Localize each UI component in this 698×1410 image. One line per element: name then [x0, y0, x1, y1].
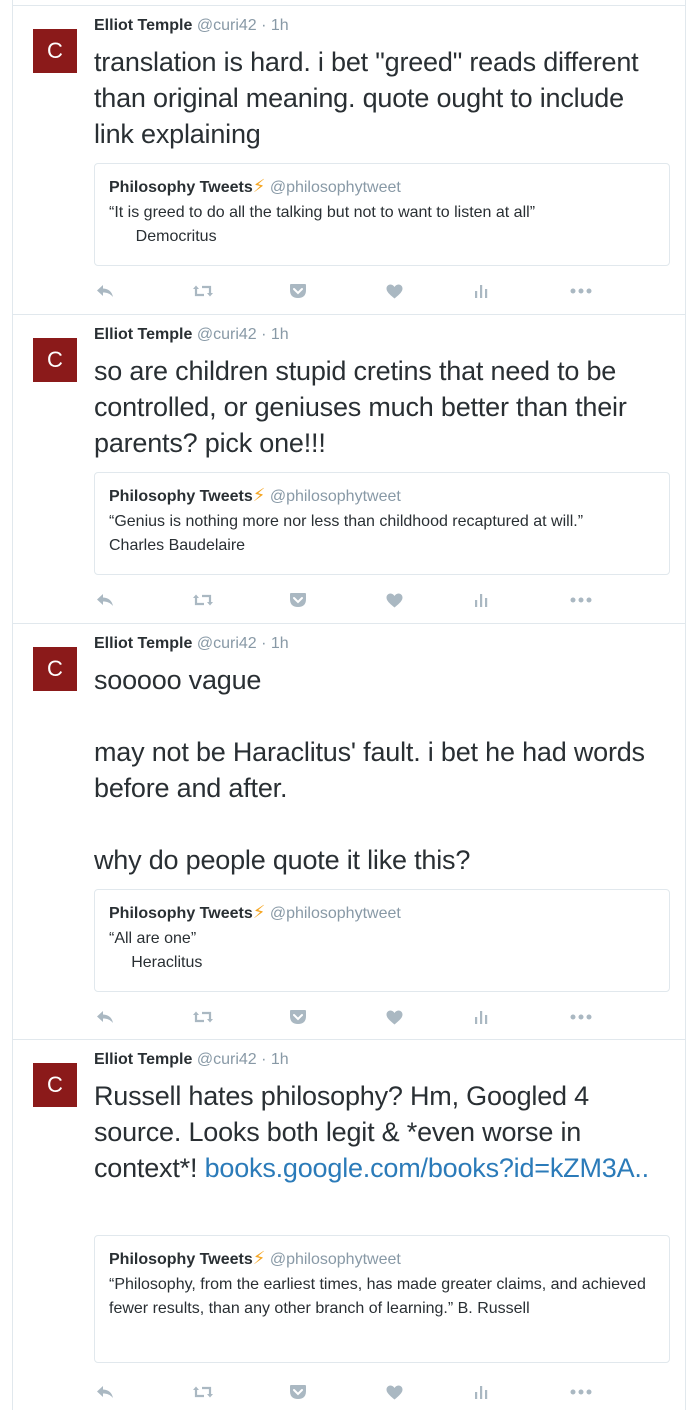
avatar[interactable]: C: [33, 29, 77, 73]
quote-line: Heraclitus: [109, 954, 203, 971]
quote-author-handle: @philosophytweet: [269, 1251, 401, 1268]
pocket-icon[interactable]: [287, 1379, 309, 1405]
analytics-icon[interactable]: [470, 587, 492, 613]
analytics-icon[interactable]: [470, 1379, 492, 1405]
quote-line: Charles Baudelaire: [109, 537, 246, 554]
pocket-icon[interactable]: [287, 1004, 309, 1030]
tweet-header: Elliot Temple @curi42 · 1h: [94, 326, 289, 344]
tweet-time[interactable]: · 1h: [261, 1051, 289, 1068]
quote-line: “Philosophy, from the earliest times, ha…: [109, 1276, 646, 1317]
tweet-time[interactable]: · 1h: [261, 635, 289, 652]
quote-line: “All are one”: [109, 930, 197, 947]
tweet-text: so are children stupid cretins that need…: [94, 353, 665, 461]
tweet-paragraph: sooooo vague: [94, 665, 262, 695]
quote-author-name: Philosophy Tweets: [109, 179, 253, 196]
lightning-icon: ⚡: [252, 902, 266, 922]
tweet-header: Elliot Temple @curi42 · 1h: [94, 635, 289, 653]
quote-header: Philosophy Tweets⚡ @philosophytweet: [109, 485, 655, 506]
avatar[interactable]: C: [33, 1063, 77, 1107]
more-icon[interactable]: [568, 1379, 594, 1405]
reply-icon[interactable]: [94, 587, 116, 613]
timeline: C Elliot Temple @curi42 · 1h translation…: [12, 6, 686, 1410]
like-icon[interactable]: [383, 1379, 405, 1405]
quoted-tweet[interactable]: Philosophy Tweets⚡ @philosophytweet “Gen…: [94, 472, 670, 575]
author-name[interactable]: Elliot Temple: [94, 17, 192, 34]
retweet-icon[interactable]: [190, 1004, 216, 1030]
tweet-actions: [94, 278, 594, 304]
tweet[interactable]: C Elliot Temple @curi42 · 1h translation…: [13, 6, 685, 315]
more-icon[interactable]: [568, 1004, 594, 1030]
quote-author-handle: @philosophytweet: [269, 179, 401, 196]
tweet-text: sooooo vague may not be Haraclitus' faul…: [94, 662, 665, 878]
quote-line: “Genius is nothing more nor less than ch…: [109, 513, 584, 530]
tweet-text: Russell hates philosophy? Hm, Googled 4 …: [94, 1078, 665, 1186]
analytics-icon[interactable]: [470, 1004, 492, 1030]
like-icon[interactable]: [383, 278, 405, 304]
avatar[interactable]: C: [33, 647, 77, 691]
quote-author-name: Philosophy Tweets: [109, 905, 253, 922]
quote-header: Philosophy Tweets⚡ @philosophytweet: [109, 1248, 655, 1269]
quote-header: Philosophy Tweets⚡ @philosophytweet: [109, 176, 655, 197]
tweet-paragraph: may not be Haraclitus' fault. i bet he h…: [94, 737, 645, 803]
avatar[interactable]: C: [33, 338, 77, 382]
author-name[interactable]: Elliot Temple: [94, 635, 192, 652]
author-handle[interactable]: @curi42: [197, 1051, 257, 1068]
tweet-link[interactable]: books.google.com/books?id=kZM3A..: [205, 1153, 650, 1183]
tweet[interactable]: C Elliot Temple @curi42 · 1h so are chil…: [13, 315, 685, 624]
tweet-paragraph: so are children stupid cretins that need…: [94, 356, 627, 458]
tweet-header: Elliot Temple @curi42 · 1h: [94, 17, 289, 35]
author-handle[interactable]: @curi42: [197, 17, 257, 34]
retweet-icon[interactable]: [190, 278, 216, 304]
author-handle[interactable]: @curi42: [197, 326, 257, 343]
tweet-actions: [94, 1004, 594, 1030]
analytics-icon[interactable]: [470, 278, 492, 304]
quote-author-name: Philosophy Tweets: [109, 1251, 253, 1268]
tweet-text: translation is hard. i bet "greed" reads…: [94, 44, 665, 152]
lightning-icon: ⚡: [252, 1248, 266, 1268]
tweet[interactable]: C Elliot Temple @curi42 · 1h Russell hat…: [13, 1040, 685, 1410]
like-icon[interactable]: [383, 1004, 405, 1030]
author-name[interactable]: Elliot Temple: [94, 326, 192, 343]
like-icon[interactable]: [383, 587, 405, 613]
pocket-icon[interactable]: [287, 278, 309, 304]
quote-author-handle: @philosophytweet: [269, 905, 401, 922]
more-icon[interactable]: [568, 278, 594, 304]
reply-icon[interactable]: [94, 1004, 116, 1030]
tweet-header: Elliot Temple @curi42 · 1h: [94, 1051, 289, 1069]
quoted-tweet[interactable]: Philosophy Tweets⚡ @philosophytweet “It …: [94, 163, 670, 266]
quote-text: “Philosophy, from the earliest times, ha…: [109, 1273, 655, 1321]
lightning-icon: ⚡: [252, 176, 266, 196]
quote-text: “Genius is nothing more nor less than ch…: [109, 510, 655, 558]
pocket-icon[interactable]: [287, 587, 309, 613]
author-name[interactable]: Elliot Temple: [94, 1051, 192, 1068]
tweet-actions: [94, 1379, 594, 1405]
retweet-icon[interactable]: [190, 1379, 216, 1405]
author-handle[interactable]: @curi42: [197, 635, 257, 652]
tweet-actions: [94, 587, 594, 613]
quote-author-name: Philosophy Tweets: [109, 488, 253, 505]
tweet-time[interactable]: · 1h: [261, 17, 289, 34]
quote-line: Democritus: [109, 228, 217, 245]
reply-icon[interactable]: [94, 278, 116, 304]
quoted-tweet[interactable]: Philosophy Tweets⚡ @philosophytweet “Phi…: [94, 1235, 670, 1363]
tweet-time[interactable]: · 1h: [261, 326, 289, 343]
retweet-icon[interactable]: [190, 587, 216, 613]
tweet[interactable]: C Elliot Temple @curi42 · 1h sooooo vagu…: [13, 624, 685, 1040]
more-icon[interactable]: [568, 587, 594, 613]
lightning-icon: ⚡: [252, 485, 266, 505]
tweet-paragraph: translation is hard. i bet "greed" reads…: [94, 47, 639, 149]
quote-line: “It is greed to do all the talking but n…: [109, 204, 536, 221]
quote-text: “It is greed to do all the talking but n…: [109, 201, 655, 249]
quote-text: “All are one” Heraclitus: [109, 927, 655, 975]
quoted-tweet[interactable]: Philosophy Tweets⚡ @philosophytweet “All…: [94, 889, 670, 992]
reply-icon[interactable]: [94, 1379, 116, 1405]
quote-author-handle: @philosophytweet: [269, 488, 401, 505]
tweet-paragraph: Russell hates philosophy? Hm, Googled 4 …: [94, 1078, 665, 1186]
tweet-paragraph: why do people quote it like this?: [94, 845, 471, 875]
quote-header: Philosophy Tweets⚡ @philosophytweet: [109, 902, 655, 923]
